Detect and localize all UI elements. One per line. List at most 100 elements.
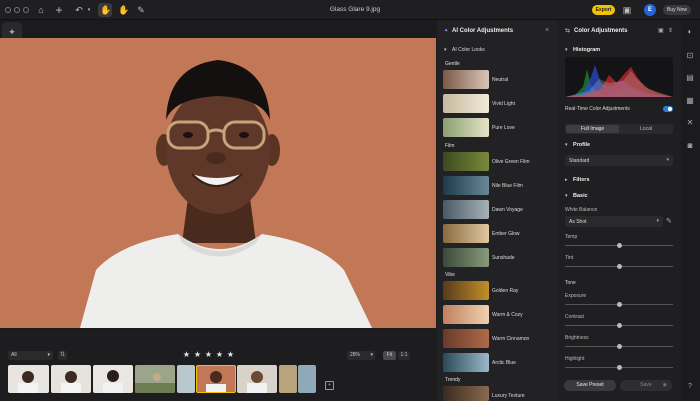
realtime-toggle[interactable]	[663, 106, 673, 112]
thumbnail[interactable]	[93, 365, 133, 393]
buy-now-button[interactable]: Buy Now	[663, 5, 691, 15]
thumbnail[interactable]	[177, 365, 195, 393]
rating-star-icon[interactable]: ★	[215, 350, 224, 359]
look-thumbnail[interactable]	[443, 176, 489, 195]
look-thumbnail[interactable]	[443, 353, 489, 372]
thumbnail-selected[interactable]	[196, 365, 236, 393]
ai-chat-icon[interactable]: ◐	[685, 27, 695, 37]
rating-star-icon[interactable]: ★	[193, 350, 202, 359]
ai-edit-icon[interactable]: ✦	[6, 26, 18, 38]
look-label[interactable]: Pure Love	[492, 125, 515, 131]
one-to-one-button[interactable]: 1:1	[398, 351, 410, 360]
add-icon[interactable]: +	[54, 4, 64, 16]
slider-knob[interactable]	[616, 243, 622, 248]
filters-label[interactable]: Filters	[573, 177, 590, 183]
window-close-button[interactable]	[5, 7, 11, 13]
look-thumbnail[interactable]	[443, 70, 489, 89]
slider-knob[interactable]	[616, 302, 622, 307]
chevron-down-icon[interactable]: ▾	[565, 47, 568, 53]
look-label[interactable]: Neutral	[492, 77, 508, 83]
contrast-slider[interactable]	[565, 323, 673, 328]
camera-icon[interactable]: ◙	[685, 141, 695, 151]
look-label[interactable]: Warm Cinnamon	[492, 336, 529, 342]
look-label[interactable]: Arctic Blue	[492, 360, 516, 366]
look-label[interactable]: Vivid Light	[492, 101, 515, 107]
temp-slider[interactable]	[565, 243, 673, 248]
brush-icon[interactable]: ✎	[136, 5, 146, 15]
look-label[interactable]: Nile Blue Film	[492, 183, 523, 189]
effects-icon[interactable]: ✕	[685, 118, 695, 128]
photo-canvas[interactable]	[0, 38, 436, 328]
slider-knob[interactable]	[616, 365, 622, 370]
look-label[interactable]: Dawn Voyage	[492, 207, 523, 213]
save-button[interactable]: Save ◉	[620, 380, 672, 391]
brightness-slider[interactable]	[565, 344, 673, 349]
tab-full-image[interactable]: Full Image	[566, 125, 619, 133]
zoom-dropdown[interactable]: 28% ▾	[347, 351, 375, 360]
look-thumbnail[interactable]	[443, 329, 489, 348]
look-thumbnail[interactable]	[443, 386, 489, 401]
look-label[interactable]: Olive Green Film	[492, 159, 530, 165]
look-thumbnail[interactable]	[443, 305, 489, 324]
look-thumbnail[interactable]	[443, 152, 489, 171]
help-icon[interactable]: ?	[685, 382, 695, 392]
visibility-icon[interactable]: ◉	[663, 380, 667, 391]
look-thumbnail[interactable]	[443, 118, 489, 137]
home-icon[interactable]: ⌂	[36, 5, 46, 15]
export-button[interactable]: Export	[592, 5, 615, 15]
highlight-slider[interactable]	[565, 365, 673, 370]
look-label[interactable]: Golden Ray	[492, 288, 518, 294]
look-label[interactable]: Luxury Texture	[492, 393, 525, 399]
more-icon[interactable]: ⇕	[668, 27, 673, 34]
thumbnail[interactable]	[279, 365, 297, 393]
save-preset-button[interactable]: Save Preset	[564, 380, 616, 391]
thumbnail[interactable]	[8, 365, 49, 393]
exposure-slider[interactable]	[565, 302, 673, 307]
window-minimize-button[interactable]	[14, 7, 20, 13]
thumbnail[interactable]	[298, 365, 316, 393]
slider-knob[interactable]	[616, 344, 622, 349]
look-thumbnail[interactable]	[443, 248, 489, 267]
hand-tool-button[interactable]: ✋	[98, 3, 112, 17]
thumbnail[interactable]	[135, 365, 175, 393]
profile-label[interactable]: Profile	[573, 142, 590, 148]
chevron-right-icon[interactable]: ▸	[565, 177, 568, 183]
eyedropper-icon[interactable]: ✎	[666, 217, 672, 225]
look-label[interactable]: Ember Glow	[492, 231, 520, 237]
looks-header[interactable]: AI Color Looks	[452, 47, 485, 53]
basic-label[interactable]: Basic	[573, 193, 588, 199]
slider-knob[interactable]	[616, 264, 622, 269]
rating-star-icon[interactable]: ★	[182, 350, 191, 359]
slider-knob[interactable]	[616, 323, 622, 328]
look-label[interactable]: Sunshade	[492, 255, 515, 261]
profile-dropdown[interactable]: Standard ▾	[565, 155, 673, 166]
look-thumbnail[interactable]	[443, 224, 489, 243]
chevron-down-icon[interactable]: ▾	[84, 5, 94, 15]
tint-slider[interactable]	[565, 264, 673, 269]
chevron-down-icon[interactable]: ▾	[444, 47, 447, 53]
avatar[interactable]: E	[644, 4, 656, 16]
grid-icon[interactable]: ▦	[685, 96, 695, 106]
histogram-label[interactable]: Histogram	[573, 47, 600, 53]
white-balance-dropdown[interactable]: As Shot ▾	[565, 216, 663, 227]
look-label[interactable]: Warm & Cozy	[492, 312, 523, 318]
chevron-down-icon[interactable]: ▾	[565, 142, 568, 148]
look-thumbnail[interactable]	[443, 281, 489, 300]
crop-icon[interactable]: ⊡	[685, 51, 695, 61]
undo-icon[interactable]: ↶	[74, 5, 84, 15]
thumbnail[interactable]	[237, 365, 277, 393]
mask-icon[interactable]: ✋	[118, 5, 129, 15]
thumbnail[interactable]	[51, 365, 91, 393]
chevron-down-icon[interactable]: ▾	[565, 193, 568, 199]
look-thumbnail[interactable]	[443, 200, 489, 219]
sort-icon[interactable]: ⇅	[58, 351, 67, 360]
close-icon[interactable]: ×	[545, 27, 549, 34]
rating-star-icon[interactable]: ★	[204, 350, 213, 359]
compare-icon[interactable]: ▣	[622, 5, 632, 15]
layers-icon[interactable]: ▤	[685, 73, 695, 83]
fit-button[interactable]: Fit	[383, 351, 396, 360]
tab-local[interactable]: Local	[620, 125, 672, 133]
look-thumbnail[interactable]	[443, 94, 489, 113]
window-zoom-button[interactable]	[23, 7, 29, 13]
filter-dropdown[interactable]: All ▾	[8, 351, 53, 360]
